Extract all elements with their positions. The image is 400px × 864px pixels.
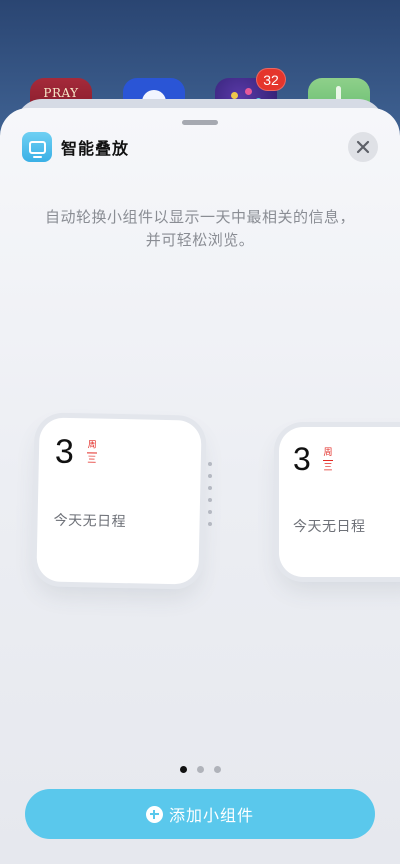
weekday-top-next: 周 [323,448,333,458]
description-line-2: 并可轻松浏览。 [145,231,255,249]
description-line-1: 自动轮换小组件以显示一天中最相关的信息， [44,208,355,226]
plus-circle-icon [145,805,163,823]
weekday-bottom-next: 三 [323,463,333,473]
page-indicator[interactable] [0,766,400,773]
close-button[interactable] [348,132,378,162]
calendar-no-events: 今天无日程 [53,512,127,531]
notification-badge: 32 [256,68,286,91]
sheet-grabber[interactable] [182,120,218,125]
sheet-header: 智能叠放 [22,132,129,162]
smart-stack-sheet: 智能叠放 自动轮换小组件以显示一天中最相关的信息， 并可轻松浏览。 3 周 三 … [0,108,400,864]
sheet-title: 智能叠放 [61,139,130,158]
calendar-widget[interactable]: 3 周 三 今天无日程 [36,417,202,585]
calendar-weekday-next: 周 三 [323,447,333,474]
calendar-day-number-next: 3 [293,441,311,477]
weekday-top: 周 [87,440,97,451]
calendar-widget-next[interactable]: 3 周 三 今天无日程 [279,427,400,577]
calendar-day-number: 3 [54,432,75,472]
page-dot-1[interactable] [179,766,187,773]
pray-app-label: PRAY [43,86,79,100]
sheet-description: 自动轮换小组件以显示一天中最相关的信息， 并可轻松浏览。 [20,206,380,252]
stack-indicator [208,462,214,534]
close-icon [356,140,370,154]
weekday-bottom: 三 [87,455,97,466]
page-dot-3[interactable] [213,766,221,773]
calendar-no-events-next: 今天无日程 [293,519,366,535]
add-widget-button[interactable]: 添加小组件 [25,789,375,839]
calendar-weekday: 周 三 [86,439,98,466]
add-widget-label: 添加小组件 [168,806,254,825]
smart-stack-icon [22,132,52,162]
page-dot-2[interactable] [196,766,204,773]
